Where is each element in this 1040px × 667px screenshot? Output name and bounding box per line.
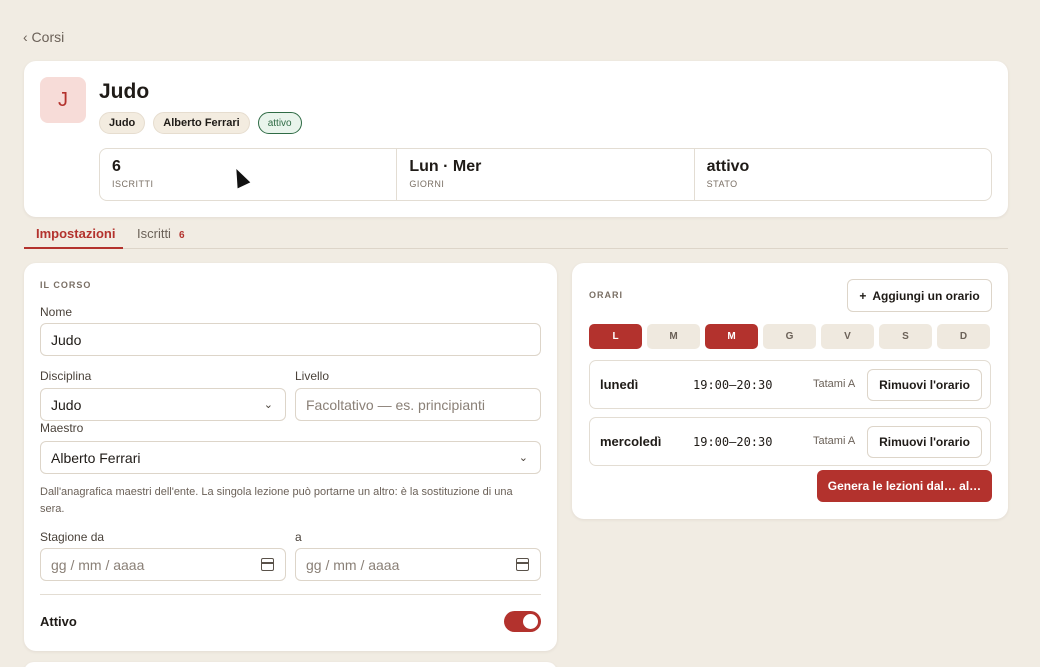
chevron-down-icon: ⌄ [518,452,528,464]
add-schedule-button[interactable]: + Aggiungi un orario [847,279,992,312]
plus-icon: + [859,288,867,303]
add-schedule-label: Aggiungi un orario [872,288,980,303]
calendar-icon[interactable] [516,558,529,571]
active-tab-indicator [24,247,123,249]
schedule-card: ORARI + Aggiungi un orario L M M G V S D… [572,263,1008,519]
slot-day: lunedì [600,377,639,392]
season-from-label: Stagione da [40,530,105,544]
stat-status: attivo STATO [693,149,991,200]
course-chips: Judo Alberto Ferrari attivo [99,112,302,134]
remove-slot-button[interactable]: Rimuovi l'orario [867,426,982,458]
generate-lessons-button[interactable]: Genera le lezioni dal… al… [817,470,992,502]
name-label: Nome [40,305,73,319]
day-toggle-friday[interactable]: V [821,324,874,349]
slot-time: 19:00–20:30 [693,378,773,392]
active-label: Attivo [40,614,77,629]
stat-enrolled: 6 ISCRITTI [100,149,396,200]
discipline-value: Judo [51,396,82,413]
stat-label: GIORNI [409,179,445,189]
discipline-label: Disciplina [40,369,92,383]
day-toggle-tuesday[interactable]: M [647,324,700,349]
day-toggle-thursday[interactable]: G [763,324,816,349]
divider [40,594,541,595]
day-toggle-wednesday[interactable]: M [705,324,758,349]
teacher-label: Maestro [40,421,84,435]
tab-settings[interactable]: Impostazioni [36,226,115,241]
schedule-slot: lunedì 19:00–20:30 Tatami A Rimuovi l'or… [589,360,991,409]
remove-slot-button[interactable]: Rimuovi l'orario [867,369,982,401]
date-placeholder: gg / mm / aaaa [51,556,145,573]
name-input[interactable]: Judo [40,323,541,356]
tab-enrolled[interactable]: Iscritti 6 [137,226,185,241]
course-settings-card: IL CORSO Nome Judo Disciplina Judo ⌄ Liv… [24,263,557,651]
season-to-label: a [295,530,302,544]
stat-value: 6 [112,158,121,175]
course-avatar: J [40,77,86,123]
stat-label: STATO [706,179,738,189]
calendar-icon[interactable] [261,558,274,571]
teacher-select[interactable]: Alberto Ferrari ⌄ [40,441,541,474]
next-card [24,662,557,667]
day-toggle-monday[interactable]: L [589,324,642,349]
schedule-title: ORARI [589,290,623,300]
day-toggle-sunday[interactable]: D [937,324,990,349]
tab-bar: Impostazioni Iscritti 6 [24,222,1008,249]
tab-enrolled-label: Iscritti [137,226,171,241]
stat-value: attivo [706,158,750,175]
day-toggle-saturday[interactable]: S [879,324,932,349]
toggle-knob [523,614,538,629]
level-input[interactable]: Facoltativo — es. principianti [295,388,541,421]
course-header-card: J Judo Judo Alberto Ferrari attivo 6 ISC… [24,61,1008,217]
slot-time: 19:00–20:30 [693,435,773,449]
level-label: Livello [295,369,330,383]
schedule-slot: mercoledì 19:00–20:30 Tatami A Rimuovi l… [589,417,991,466]
season-to-date[interactable]: gg / mm / aaaa [295,548,541,581]
section-title: IL CORSO [40,280,92,290]
teacher-help-text: Dall'anagrafica maestri dell'ente. La si… [40,486,513,515]
discipline-chip: Judo [99,112,146,134]
slot-room: Tatami A [813,378,856,390]
slot-room: Tatami A [813,435,856,447]
stat-days: Lun · Mer GIORNI [396,149,693,200]
teacher-chip: Alberto Ferrari [153,112,250,134]
chevron-down-icon: ⌄ [263,399,273,411]
weekday-selector: L M M G V S D [589,324,990,349]
tab-enrolled-count: 6 [178,230,185,241]
active-toggle[interactable] [504,611,541,632]
teacher-value: Alberto Ferrari [51,449,141,466]
back-link[interactable]: ‹ Corsi [23,29,64,45]
discipline-select[interactable]: Judo ⌄ [40,388,286,421]
date-placeholder: gg / mm / aaaa [306,556,400,573]
stat-value: Lun · Mer [409,158,482,175]
slot-day: mercoledì [600,434,662,449]
season-from-date[interactable]: gg / mm / aaaa [40,548,286,581]
course-title: Judo [99,80,150,103]
status-badge: attivo [257,112,302,134]
